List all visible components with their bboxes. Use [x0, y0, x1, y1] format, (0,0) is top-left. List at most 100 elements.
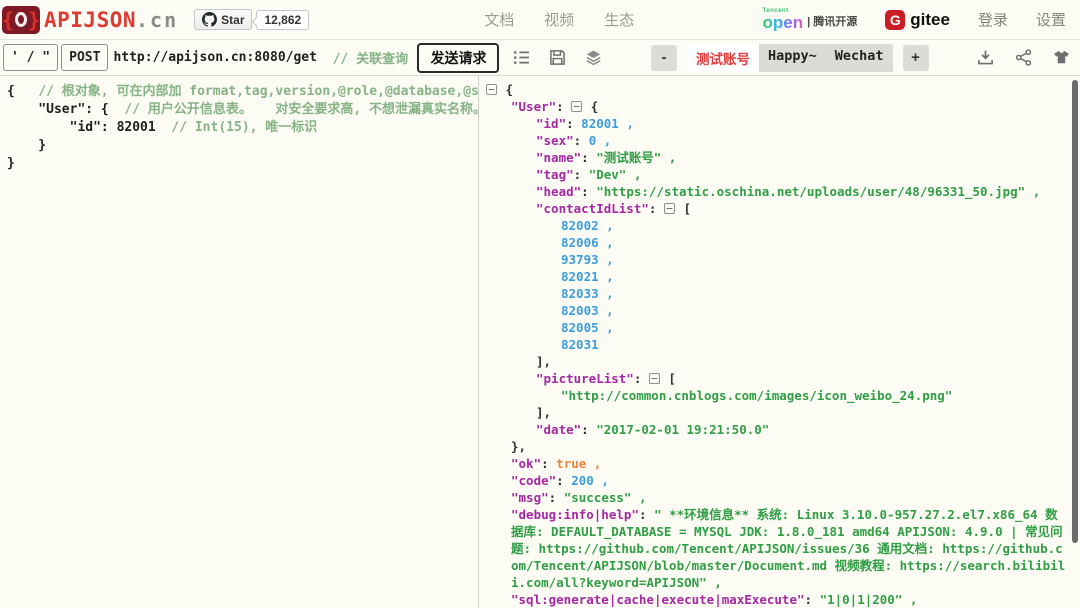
response-viewer: − {"User": − {"id": 82001 ,"sex": 0 ,"na… [479, 76, 1080, 608]
send-request-button[interactable]: 发送请求 [417, 43, 499, 73]
json-token-key: "head" [536, 184, 581, 199]
tab-test-account[interactable]: 测试账号 [687, 44, 759, 72]
json-token-key: "code" [511, 473, 556, 488]
request-list-icon[interactable] [513, 49, 530, 66]
brand-name: APIJSON [44, 8, 136, 32]
tencent-open-source-logo[interactable]: Tencent open | 腾讯开源 [763, 8, 858, 31]
json-row: − { [479, 81, 1080, 98]
json-token-key: "pictureList" [536, 371, 634, 386]
json-row: "debug:info|help": " **环境信息** 系统: Linux … [479, 506, 1067, 591]
json-row: "head": "https://static.oschina.net/uplo… [479, 183, 1080, 200]
json-token-plain: : [649, 201, 664, 216]
response-rows: − {"User": − {"id": 82001 ,"sex": 0 ,"na… [479, 81, 1080, 608]
save-icon[interactable] [549, 49, 566, 66]
json-token-str: "https://static.oschina.net/uploads/user… [596, 184, 1040, 199]
json-token-key: "sql:generate|cache|execute|maxExecute" [511, 592, 805, 607]
json-token-str: "http://common.cnblogs.com/images/icon_w… [561, 388, 952, 403]
json-token-plain: : [566, 116, 581, 131]
code-text: "User": { [7, 102, 124, 117]
json-row: "http://common.cnblogs.com/images/icon_w… [479, 387, 1080, 404]
json-token-plain: : [574, 133, 589, 148]
json-token-key: "tag" [536, 167, 574, 182]
tab-happy[interactable]: Happy~ [759, 44, 826, 72]
tencent-open-cn-label: | 腾讯开源 [807, 13, 857, 31]
json-token-key: "id" [536, 116, 566, 131]
collapse-toggle-icon[interactable]: − [649, 373, 660, 384]
json-token-plain: { [498, 82, 513, 97]
apijson-camera-logo-icon: { } [2, 6, 40, 34]
account-tab-strip: 测试账号 Happy~ Wechat [687, 44, 893, 72]
json-row: "ok": true , [479, 455, 1080, 472]
brace-right-icon: } [28, 10, 40, 30]
json-token-plain: : [805, 592, 820, 607]
header: { } APIJSON .cn Star 12,862 文档 视频 生态 Ten… [0, 0, 1080, 40]
share-icon[interactable] [1015, 49, 1032, 66]
tab-wechat[interactable]: Wechat [826, 44, 893, 72]
json-token-num: 93793 , [561, 252, 614, 267]
json-row: 93793 , [479, 251, 1080, 268]
json-row: 82006 , [479, 234, 1080, 251]
json-token-key: "debug:info|help" [511, 507, 639, 522]
code-line: { // 根对象, 可在内部加 format,tag,version,@role… [7, 83, 478, 101]
json-row: 82005 , [479, 319, 1080, 336]
code-line: } [7, 155, 478, 173]
nav-docs[interactable]: 文档 [484, 9, 514, 30]
collapse-toggle-icon[interactable]: − [571, 101, 582, 112]
json-token-key: "contactIdList" [536, 201, 649, 216]
json-token-str: "Dev" , [589, 167, 642, 182]
response-scrollbar[interactable] [1072, 80, 1078, 543]
json-row: "pictureList": − [ [479, 370, 1080, 387]
star-label: Star [221, 13, 244, 27]
json-token-key: "name" [536, 150, 581, 165]
json-row: "User": − { [479, 98, 1080, 115]
json-row: 82033 , [479, 285, 1080, 302]
json-token-num: 82031 [561, 337, 599, 352]
login-link[interactable]: 登录 [978, 9, 1008, 30]
json-token-key: "date" [536, 422, 581, 437]
brand-logo[interactable]: { } APIJSON .cn [2, 6, 178, 34]
json-token-str: "success" , [564, 490, 647, 505]
gitee-g-icon: G [885, 10, 905, 30]
code-text: } [7, 156, 15, 171]
gitee-logo[interactable]: G gitee [885, 10, 950, 30]
url-comment: // 关联查询 Comment [317, 48, 416, 67]
github-star-button[interactable]: Star [194, 9, 252, 30]
json-token-plain: [ [676, 201, 691, 216]
json-row: "sql:generate|cache|execute|maxExecute":… [479, 591, 1067, 608]
json-token-str: "测试账号" , [596, 150, 676, 165]
brace-left-icon: { [2, 10, 14, 30]
json-row: 82003 , [479, 302, 1080, 319]
github-octocat-icon [202, 12, 217, 27]
nav-videos[interactable]: 视频 [544, 9, 574, 30]
toolbar-icons [513, 49, 602, 66]
json-token-num: 82002 , [561, 218, 614, 233]
code-text: { [7, 84, 38, 99]
url-input[interactable]: http://apijson.cn:8080/get // 关联查询 Comme… [113, 44, 415, 71]
tshirt-icon[interactable] [1053, 49, 1070, 66]
quote-toggle-button[interactable]: ' / " [3, 44, 58, 71]
gitee-wordmark: gitee [910, 10, 950, 30]
json-token-plain: : [581, 184, 596, 199]
json-token-plain: : [541, 456, 556, 471]
remove-tab-button[interactable]: - [651, 45, 677, 71]
code-comment: // Int(15), 唯一标识 [171, 120, 317, 135]
nav-ecosystem[interactable]: 生态 [604, 9, 634, 30]
layers-stack-icon[interactable] [585, 49, 602, 66]
http-method-button[interactable]: POST [61, 44, 108, 71]
json-row: ], [479, 404, 1080, 421]
json-token-num: 200 , [571, 473, 609, 488]
json-token-plain: : [581, 422, 596, 437]
collapse-toggle-icon[interactable]: − [486, 84, 497, 95]
json-token-plain: }, [511, 439, 526, 454]
add-tab-button[interactable]: + [903, 45, 929, 71]
json-token-str: "2017-02-01 19:21:50.0" [596, 422, 769, 437]
json-token-plain: : [549, 490, 564, 505]
github-star-count[interactable]: 12,862 [256, 10, 309, 30]
tencent-open-wordmark: Tencent open [763, 8, 804, 31]
collapse-toggle-icon[interactable]: − [664, 203, 675, 214]
download-icon[interactable] [977, 49, 994, 66]
json-token-plain: : [556, 99, 571, 114]
settings-link[interactable]: 设置 [1036, 9, 1066, 30]
json-row: 82031 [479, 336, 1080, 353]
request-editor[interactable]: { // 根对象, 可在内部加 format,tag,version,@role… [0, 76, 479, 608]
